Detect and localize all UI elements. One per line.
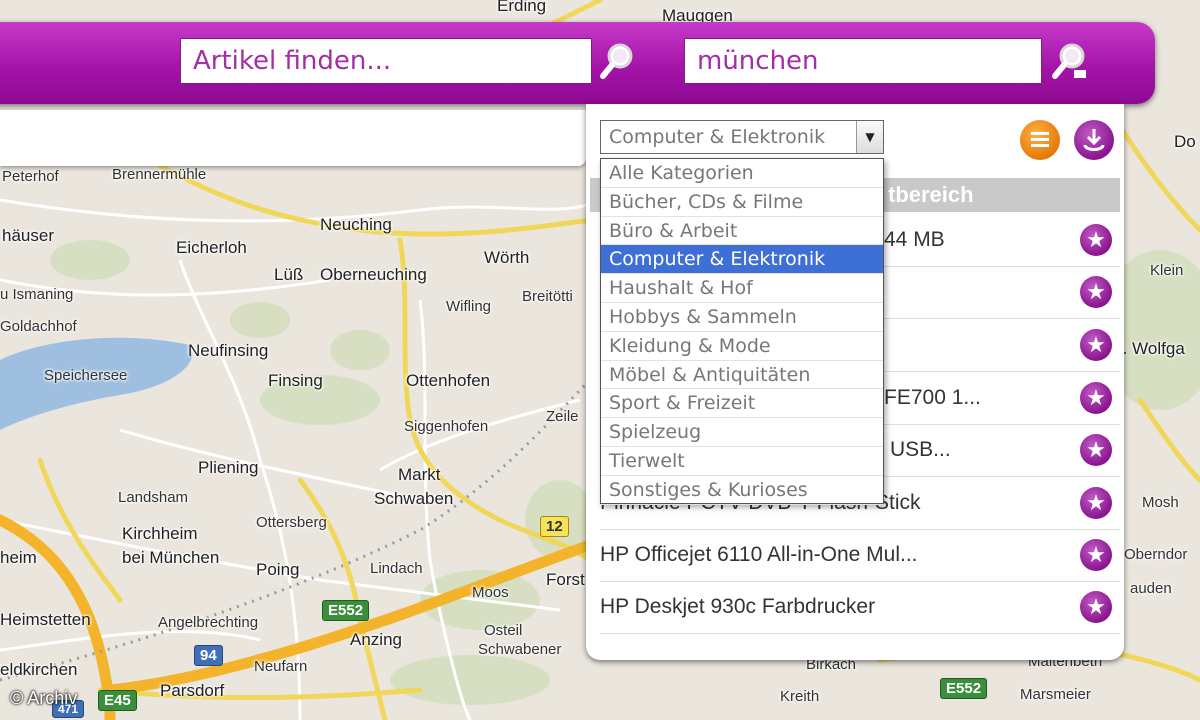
category-select[interactable]: Computer & Elektronik ▼ [600,120,884,154]
map-label-kreith: Kreith [780,688,820,705]
category-dropdown: Alle Kategorien Bücher, CDs & Filme Büro… [600,158,884,505]
category-option[interactable]: Haushalt & Hof [601,274,883,303]
map-label-goldachhof: Goldachhof [0,318,77,335]
map-label-parsdorf: Parsdorf [160,681,225,700]
map-label-neufarn: Neufarn [254,658,308,675]
category-option[interactable]: Bücher, CDs & Filme [601,188,883,217]
category-option[interactable]: Möbel & Antiquitäten [601,361,883,390]
download-button[interactable] [1074,120,1114,160]
map-label-kirchheim: Kirchheim [122,524,198,543]
category-option[interactable]: Alle Kategorien [601,159,883,188]
favorite-star-icon[interactable] [1080,276,1112,308]
map-label-ottenhofen: Ottenhofen [406,371,491,390]
map-label-landsham: Landsham [118,489,189,506]
map-label-mosh: Mosh [1142,494,1179,511]
map-label-forst: Forst [546,570,585,589]
map-label-speichersee: Speichersee [44,367,128,384]
map-label-haeuser: häuser [2,226,54,245]
map-label-eicherloh: Eicherloh [176,238,247,257]
map-label-schwaben: Schwaben [374,489,454,508]
map-label-moos: Moos [472,584,509,601]
map-label-ottersberg: Ottersberg [256,514,327,531]
map-label-peterhof: Peterhof [2,168,59,185]
download-icon [1083,129,1105,151]
map-label-oberndor: Oberndor [1124,546,1188,563]
map-label-wifling: Wifling [446,298,492,315]
favorite-star-icon[interactable] [1080,487,1112,519]
map-label-marsmeier: Marsmeier [1020,686,1091,703]
search-icon[interactable] [598,40,636,82]
copyright-notice: © Archiv [10,688,78,708]
result-item-title: 44 MB [884,228,945,251]
category-option-selected[interactable]: Computer & Elektronik [601,245,883,275]
map-label-neuching: Neuching [320,215,392,234]
list-view-button[interactable] [1020,120,1060,160]
map-label-luess: Lüß [274,265,304,284]
map-label-markt: Markt [398,465,441,484]
favorite-star-icon[interactable] [1080,329,1112,361]
category-option[interactable]: Sport & Freizeit [601,389,883,419]
map-label-osteil: Osteil [484,622,523,639]
category-option[interactable]: Tierwelt [601,447,883,476]
favorite-star-icon[interactable] [1080,539,1112,571]
road-shield-e552: E552 [322,600,370,621]
map-label-pliening: Pliening [198,458,259,477]
map-label-anzing: Anzing [350,630,402,649]
map-label-neufinsing: Neufinsing [188,341,269,360]
map-label-zeile: Zeile [546,408,579,425]
map-label-erding: Erding [497,0,547,15]
map-label-brennermuehle: Brennermühle [112,166,207,183]
map-label-bei-muenchen: bei München [122,548,220,567]
map-label-breitoetti: Breitötti [522,288,573,305]
road-shield-e45: E45 [98,690,137,711]
result-item-title: HP Officejet 6110 All-in-One Mul... [600,543,918,566]
map-label-wolfgang: t. Wolfga [1118,339,1185,358]
map-label-finsing: Finsing [268,371,323,390]
map-label-ismaning: u Ismaning [0,286,74,303]
result-item-title: FE700 1... [884,386,981,409]
favorite-star-icon[interactable] [1080,434,1112,466]
results-section-header-text: tbereich [888,182,974,207]
map-label-woerth: Wörth [484,248,530,267]
map-label-oberneuching: Oberneuching [320,265,427,284]
map-label-do: Do [1174,132,1196,151]
category-option[interactable]: Büro & Arbeit [601,217,883,246]
map-label-klein: Klein [1150,262,1184,279]
category-option[interactable]: Kleidung & Mode [601,332,883,361]
map-label-poing: Poing [256,560,300,579]
category-option[interactable]: Spielzeug [601,418,883,447]
map-label-heim: heim [0,548,37,567]
result-item-title: HP Deskjet 930c Farbdrucker [600,595,876,618]
location-input[interactable]: münchen [684,38,1042,84]
list-icon [1031,132,1049,147]
map-label-auden: auden [1130,580,1172,597]
category-option[interactable]: Sonstiges & Kurioses [601,476,883,505]
road-shield-e552-east: E552 [940,678,988,699]
filter-bar [0,110,586,166]
road-shield-12: 12 [540,516,569,537]
favorite-star-icon[interactable] [1080,382,1112,414]
article-search-input[interactable]: Artikel finden... [180,38,592,84]
map-label-schwabener: Schwabener [478,641,562,658]
category-option[interactable]: Hobbys & Sammeln [601,303,883,332]
favorite-star-icon[interactable] [1080,224,1112,256]
chevron-down-icon[interactable]: ▼ [856,121,883,153]
result-item-title: USB... [890,438,951,461]
map-label-angelbrechting: Angelbrechting [158,614,259,631]
category-select-value: Computer & Elektronik [609,126,826,148]
map-label-lindach: Lindach [370,560,423,577]
result-item[interactable]: HP Deskjet 930c Farbdrucker [600,581,1120,634]
road-shield-94: 94 [194,645,223,666]
location-search-icon[interactable] [1050,40,1088,82]
favorite-star-icon[interactable] [1080,591,1112,623]
map-label-heimstetten: Heimstetten [0,610,91,629]
map-label-eldkirchen: eldkirchen [0,660,78,679]
result-item[interactable]: HP Officejet 6110 All-in-One Mul... [600,529,1120,582]
map-label-siggenhofen: Siggenhofen [404,418,489,435]
